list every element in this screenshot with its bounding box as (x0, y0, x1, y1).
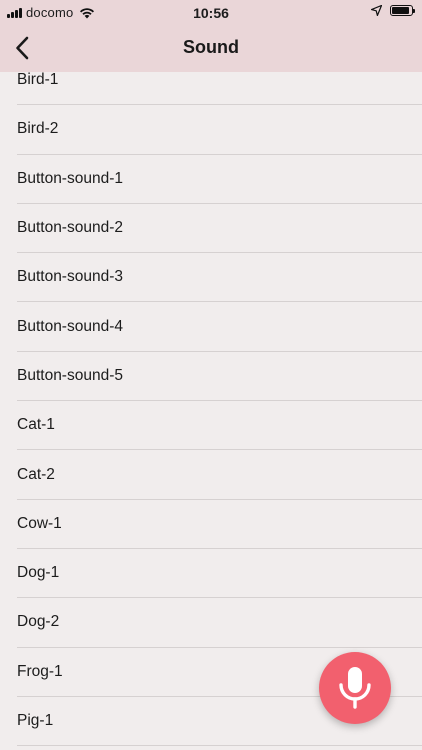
sound-list-content: Bird-1 Bird-2 Button-sound-1 Button-soun… (0, 72, 422, 747)
list-item[interactable]: Dog-2 (17, 598, 422, 648)
list-item[interactable]: Button-sound-3 (17, 253, 422, 303)
status-right (371, 5, 415, 16)
list-item[interactable]: Cow-1 (17, 500, 422, 549)
list-item[interactable]: Dog-1 (17, 549, 422, 599)
battery-fill (392, 7, 410, 14)
sound-list[interactable]: Bird-1 Bird-2 Button-sound-1 Button-soun… (0, 72, 422, 750)
navigation-bar: Sound (0, 24, 422, 72)
microphone-icon (339, 667, 371, 709)
list-item[interactable]: Button-sound-1 (17, 155, 422, 204)
battery-icon (390, 5, 415, 16)
record-voice-button[interactable] (319, 652, 391, 724)
list-item[interactable]: Cat-2 (17, 450, 422, 500)
status-bar: docomo 10:56 (0, 0, 422, 24)
location-arrow-icon (371, 5, 382, 16)
status-time: 10:56 (193, 5, 229, 21)
list-item[interactable]: Button-sound-2 (17, 204, 422, 254)
list-item[interactable]: Button-sound-5 (17, 352, 422, 402)
list-item[interactable]: Bird-2 (17, 105, 422, 155)
list-item[interactable]: Button-sound-4 (17, 302, 422, 352)
list-item[interactable]: Cat-1 (17, 401, 422, 451)
list-item[interactable]: Bird-1 (17, 72, 422, 106)
page-title: Sound (183, 37, 239, 57)
